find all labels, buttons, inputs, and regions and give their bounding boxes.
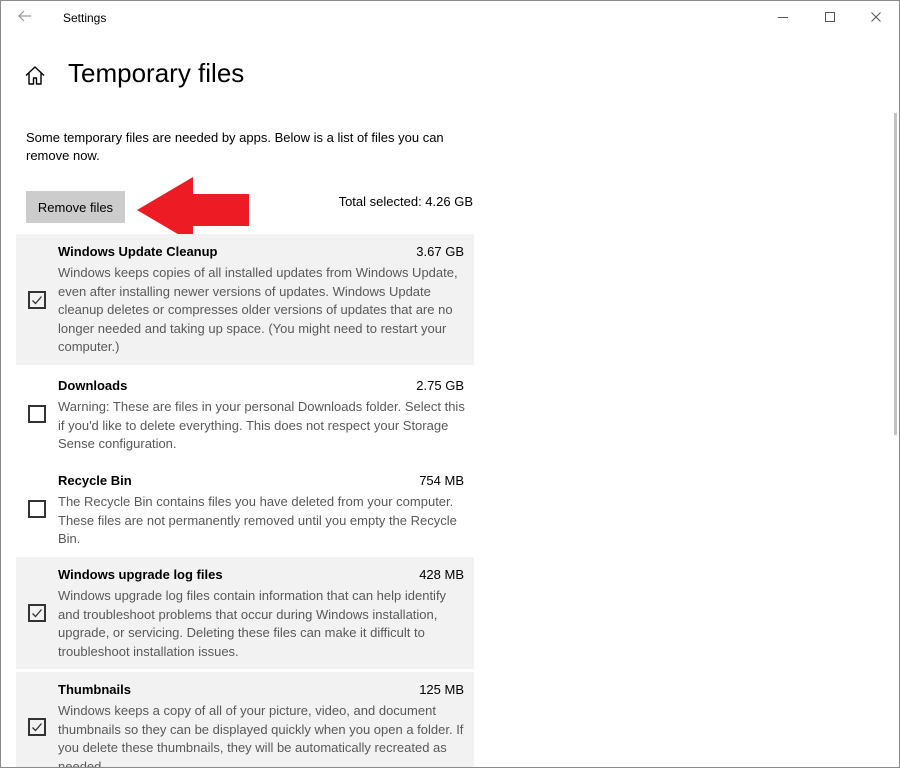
checkbox-recycle-bin[interactable] bbox=[28, 500, 46, 518]
list-item-downloads[interactable]: Downloads 2.75 GB Warning: These are fil… bbox=[16, 368, 474, 460]
checkmark-icon bbox=[32, 723, 42, 732]
remove-files-button[interactable]: Remove files bbox=[26, 191, 125, 223]
minimize-button[interactable] bbox=[760, 3, 806, 33]
item-size: 125 MB bbox=[419, 682, 464, 697]
maximize-button[interactable] bbox=[807, 3, 853, 33]
close-icon bbox=[871, 12, 881, 22]
total-selected: Total selected: 4.26 GB bbox=[338, 194, 473, 209]
item-description: Windows upgrade log files contain inform… bbox=[58, 588, 447, 659]
checkmark-icon bbox=[32, 609, 42, 618]
back-arrow-icon[interactable] bbox=[11, 7, 39, 29]
minimize-icon bbox=[778, 17, 788, 18]
page-title: Temporary files bbox=[68, 58, 245, 88]
item-description: Warning: These are files in your persona… bbox=[58, 399, 465, 451]
item-size: 428 MB bbox=[419, 567, 464, 582]
list-item-recycle-bin[interactable]: Recycle Bin 754 MB The Recycle Bin conta… bbox=[16, 463, 474, 553]
scrollbar-thumb[interactable] bbox=[894, 113, 897, 435]
list-item-windows-update-cleanup[interactable]: Windows Update Cleanup 3.67 GB Windows k… bbox=[16, 234, 474, 365]
item-description: The Recycle Bin contains files you have … bbox=[58, 494, 457, 546]
intro-text: Some temporary files are needed by apps.… bbox=[26, 130, 444, 163]
checkbox-windows-upgrade-log-files[interactable] bbox=[28, 604, 46, 622]
checkmark-icon bbox=[32, 296, 42, 305]
item-description: Windows keeps copies of all installed up… bbox=[58, 265, 458, 354]
item-description: Windows keeps a copy of all of your pict… bbox=[58, 703, 464, 768]
title-bar: Settings bbox=[1, 1, 899, 35]
item-name: Windows Update Cleanup bbox=[58, 244, 218, 259]
item-size: 2.75 GB bbox=[416, 378, 464, 393]
item-name: Windows upgrade log files bbox=[58, 567, 223, 582]
list-item-windows-upgrade-log-files[interactable]: Windows upgrade log files 428 MB Windows… bbox=[16, 557, 474, 669]
checkbox-downloads[interactable] bbox=[28, 405, 46, 423]
item-size: 3.67 GB bbox=[416, 244, 464, 259]
item-name: Thumbnails bbox=[58, 682, 131, 697]
item-name: Downloads bbox=[58, 378, 128, 393]
settings-window: Settings Temporary files Some temporary … bbox=[0, 0, 900, 768]
window-title: Settings bbox=[63, 11, 107, 25]
close-button[interactable] bbox=[853, 3, 899, 33]
home-icon[interactable] bbox=[23, 64, 49, 88]
item-size: 754 MB bbox=[419, 473, 464, 488]
list-item-thumbnails[interactable]: Thumbnails 125 MB Windows keeps a copy o… bbox=[16, 672, 474, 767]
item-name: Recycle Bin bbox=[58, 473, 132, 488]
checkbox-windows-update-cleanup[interactable] bbox=[28, 291, 46, 309]
maximize-icon bbox=[825, 12, 835, 22]
checkbox-thumbnails[interactable] bbox=[28, 718, 46, 736]
